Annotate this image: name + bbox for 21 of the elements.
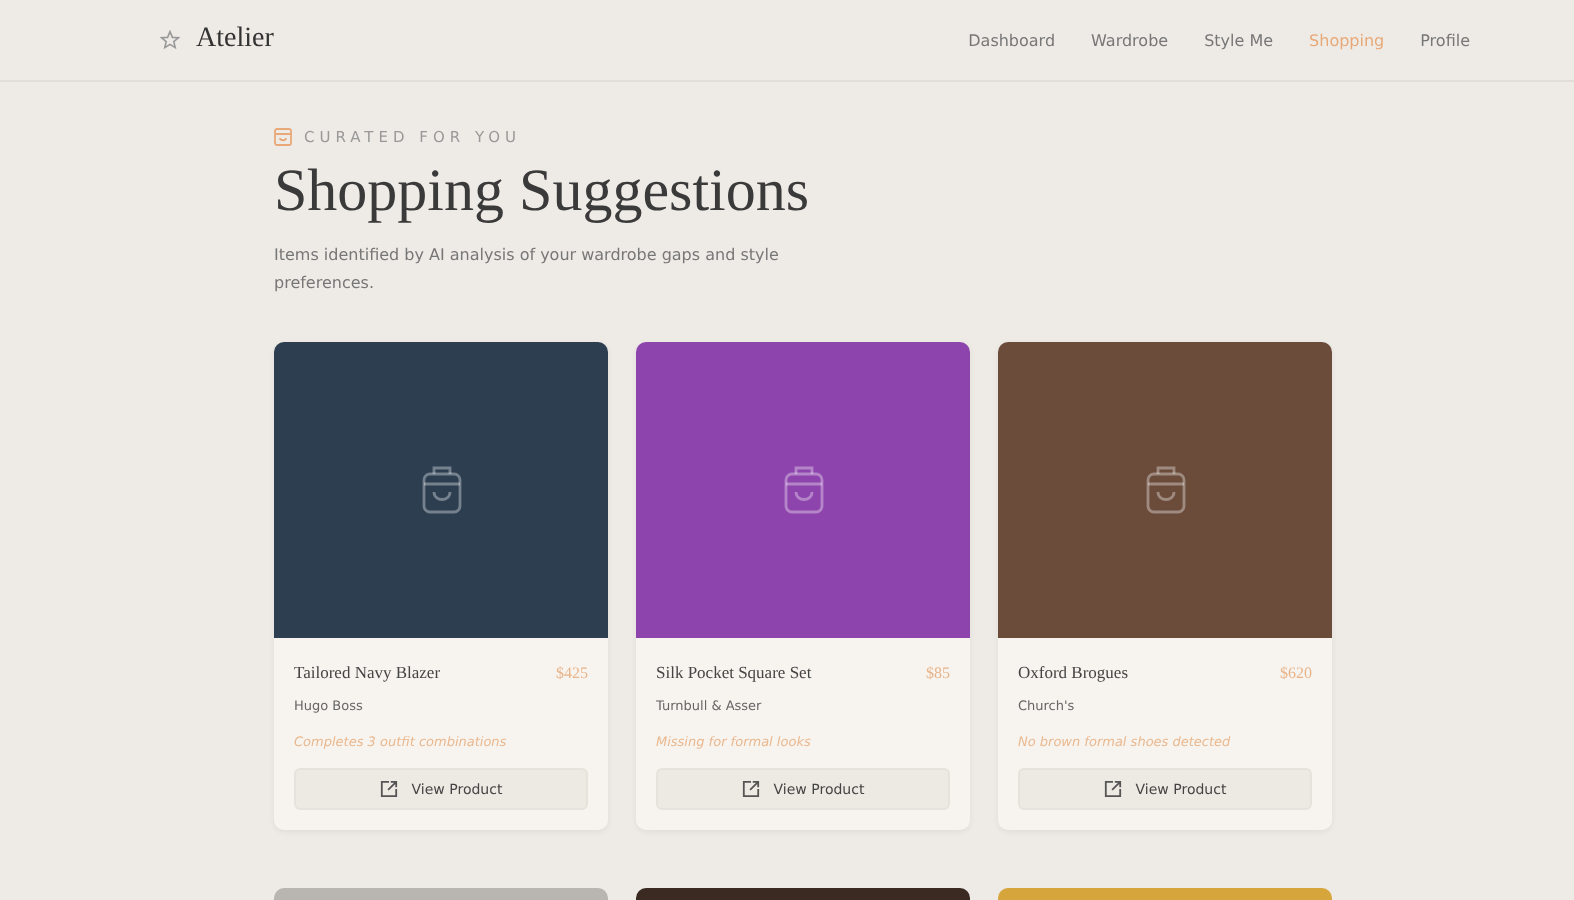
product-price: $620 <box>1280 664 1312 682</box>
shopping-bag-icon <box>781 464 825 516</box>
external-link-icon <box>741 780 760 798</box>
star-icon <box>160 30 180 50</box>
product-price: $85 <box>926 664 950 682</box>
nav-link[interactable]: Profile <box>1420 31 1470 49</box>
external-link-icon <box>379 780 398 798</box>
shopping-bag-icon <box>274 126 292 146</box>
shopping-bag-icon <box>1143 464 1187 516</box>
nav-link[interactable]: Dashboard <box>968 31 1056 49</box>
page-description: Items identified by AI analysis of your wardrobe gaps and style preferences. <box>274 244 781 296</box>
product-name: Tailored Navy Blazer <box>294 662 441 682</box>
shopping-bag-icon <box>419 464 463 516</box>
external-link-icon <box>1103 780 1122 798</box>
page-title: Shopping Suggestions <box>274 158 812 226</box>
product-price: $425 <box>556 664 588 682</box>
nav-link[interactable]: Style Me <box>1204 31 1274 49</box>
nav-link[interactable]: Wardrobe <box>1091 31 1169 49</box>
brand-name: Atelier <box>196 24 274 56</box>
product-name: Silk Pocket Square Set <box>656 662 812 682</box>
product-name: Oxford Brogues <box>1018 662 1129 682</box>
